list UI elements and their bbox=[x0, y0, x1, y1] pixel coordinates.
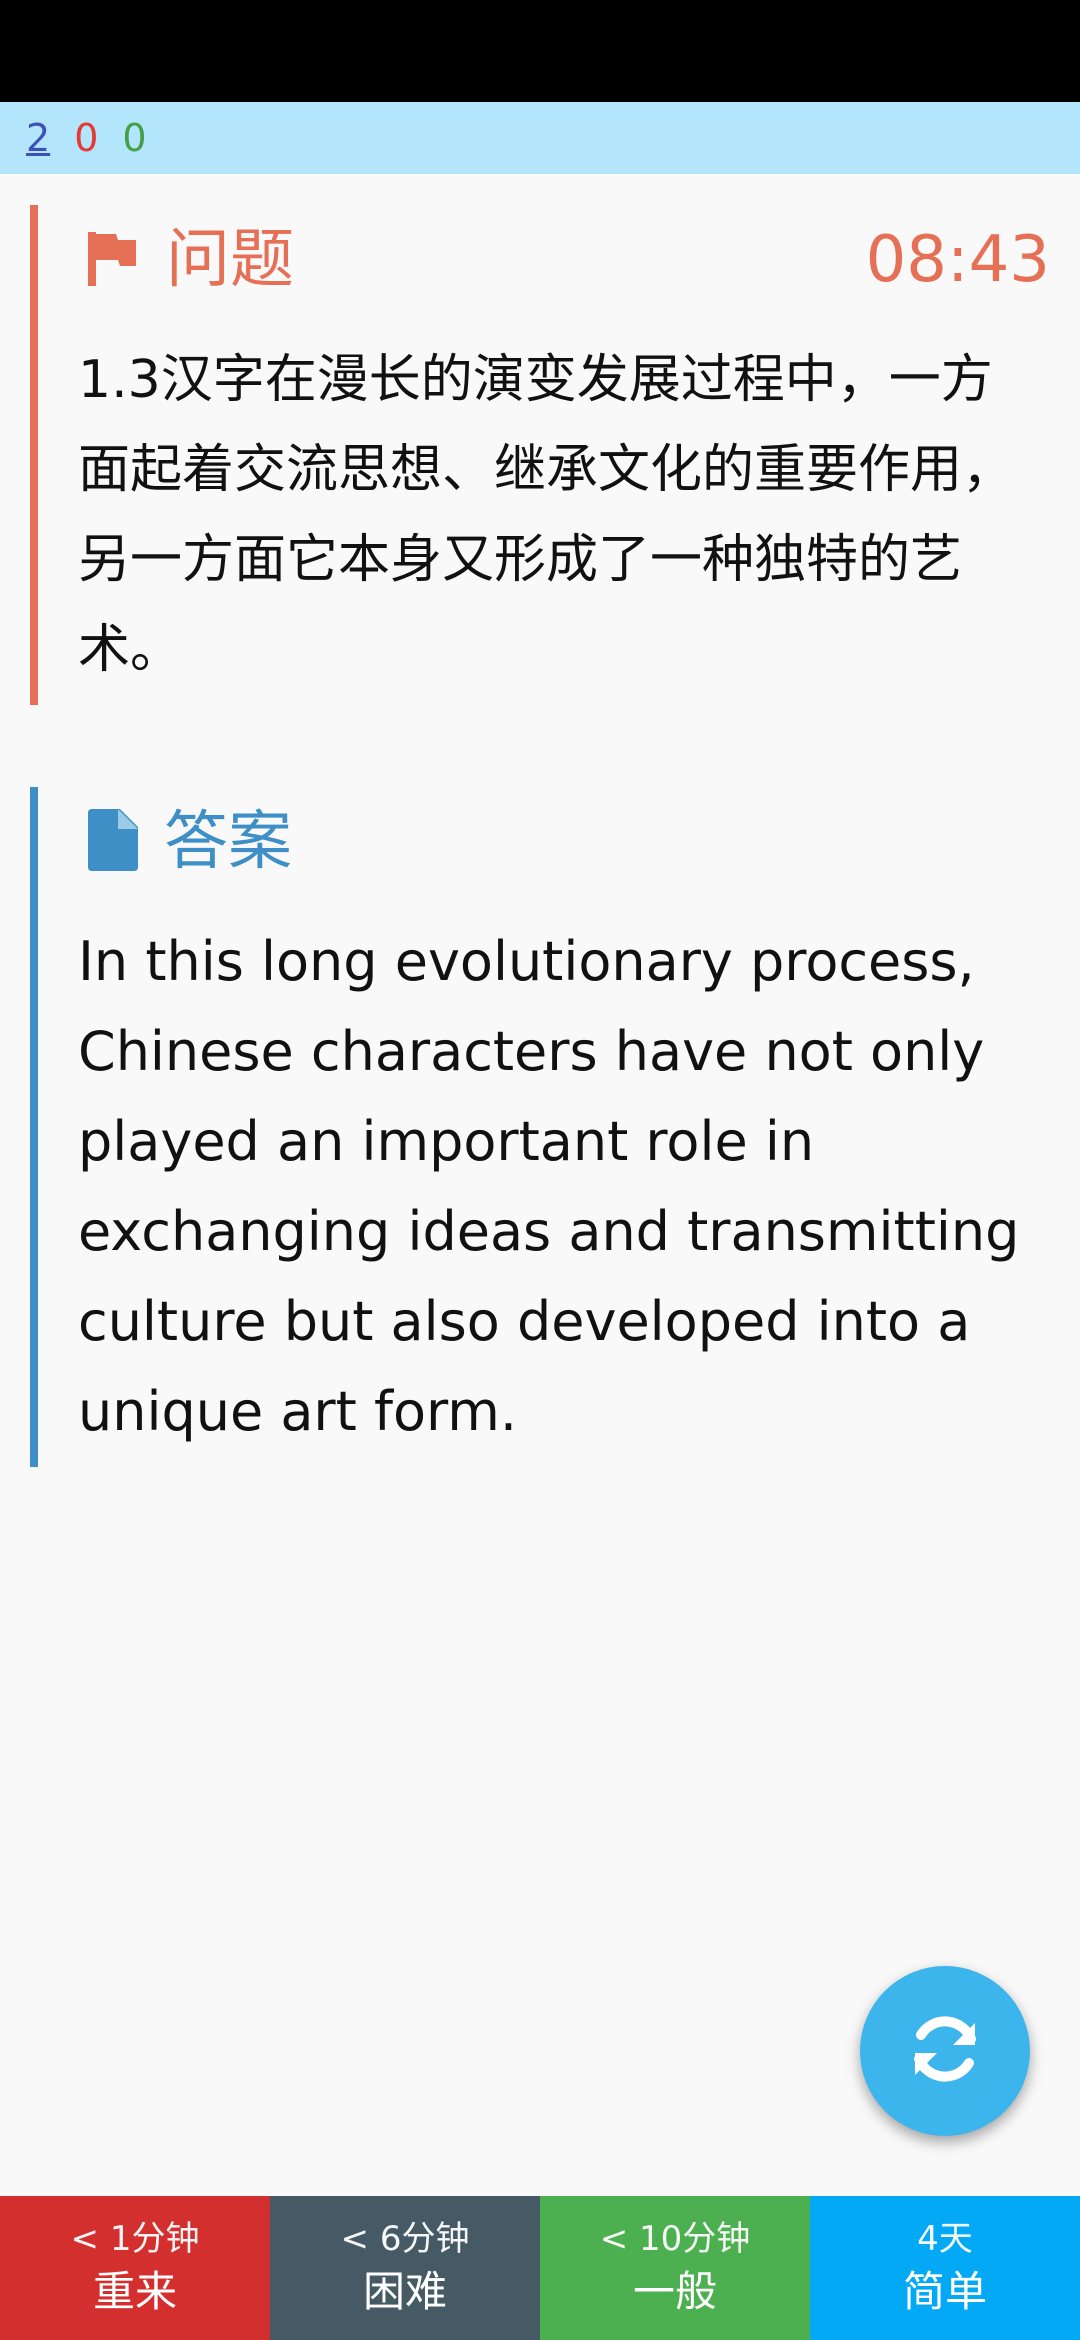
hard-button[interactable]: < 6分钟 困难 bbox=[270, 2196, 540, 2340]
card-counts-bar: 2 0 0 bbox=[0, 102, 1080, 174]
again-interval: < 1分钟 bbox=[70, 2219, 200, 2259]
refresh-icon bbox=[903, 2007, 987, 2095]
answer-text: In this long evolutionary process, Chine… bbox=[78, 930, 1020, 1443]
easy-interval: 4天 bbox=[917, 2219, 973, 2259]
answer-title: 答案 bbox=[164, 805, 292, 879]
answer-buttons-bar: < 1分钟 重来 < 6分钟 困难 < 10分钟 一般 4天 简单 bbox=[0, 2196, 1080, 2340]
review-count: 0 bbox=[122, 116, 147, 160]
hard-label: 困难 bbox=[362, 2267, 447, 2316]
good-button[interactable]: < 10分钟 一般 bbox=[540, 2196, 810, 2340]
again-button[interactable]: < 1分钟 重来 bbox=[0, 2196, 270, 2340]
answer-header: 答案 bbox=[86, 797, 292, 887]
status-bar bbox=[0, 0, 1080, 102]
easy-label: 简单 bbox=[902, 2267, 987, 2316]
document-icon bbox=[86, 807, 140, 877]
answer-section: 答案 In this long evolutionary process, Ch… bbox=[30, 787, 1050, 1467]
easy-button[interactable]: 4天 简单 bbox=[810, 2196, 1080, 2340]
good-label: 一般 bbox=[632, 2267, 717, 2316]
question-section: 问题 08:43 1.3汉字在漫长的演变发展过程中，一方面起着交流思想、继承文化… bbox=[30, 205, 1050, 705]
question-title: 问题 bbox=[166, 223, 294, 297]
good-interval: < 10分钟 bbox=[599, 2219, 751, 2259]
hard-interval: < 6分钟 bbox=[340, 2219, 470, 2259]
flag-icon bbox=[86, 228, 142, 292]
new-count[interactable]: 2 bbox=[26, 116, 50, 160]
replay-fab-button[interactable] bbox=[860, 1966, 1030, 2136]
learning-count: 0 bbox=[74, 116, 99, 160]
card-timer: 08:43 bbox=[865, 223, 1050, 297]
again-label: 重来 bbox=[92, 2267, 177, 2316]
question-header: 问题 bbox=[86, 215, 294, 305]
question-text: 1.3汉字在漫长的演变发展过程中，一方面起着交流思想、继承文化的重要作用，另一方… bbox=[78, 350, 1015, 680]
